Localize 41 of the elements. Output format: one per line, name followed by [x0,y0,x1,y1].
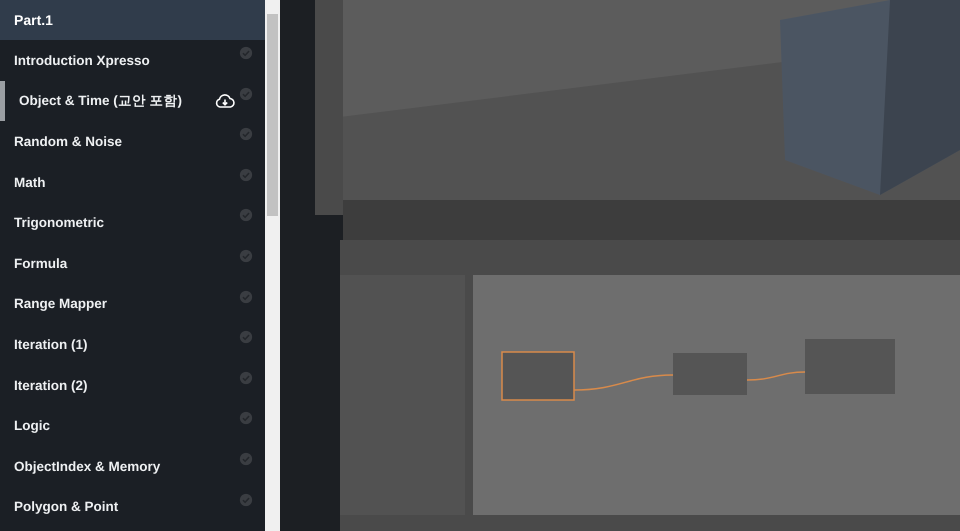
lesson-title: Iteration (1) [14,336,88,352]
scrollbar[interactable] [265,0,280,531]
check-icon [239,290,253,304]
check-icon [239,452,253,466]
lesson-item[interactable]: Introduction Xpresso [0,40,265,81]
check-icon [239,127,253,142]
lesson-title: Math [14,174,46,190]
scrollbar-thumb[interactable] [267,14,278,216]
selection-marker [0,80,5,122]
check-icon [239,330,253,344]
lesson-item[interactable]: Logic [0,405,265,446]
check-icon [239,370,253,385]
lesson-title: Polygon & Point [14,499,118,514]
lesson-item[interactable]: Object & Time (교안 포함) [0,80,265,122]
lesson-item[interactable]: Formula [0,242,265,284]
lesson-title: Iteration (2) [14,378,88,393]
check-icon [239,248,253,263]
lesson-item[interactable]: Iteration (2) [0,364,265,406]
check-icon [239,46,253,60]
lesson-item[interactable]: Iteration (1) [0,324,265,365]
lesson-title: Object & Time (교안 포함) [19,92,182,110]
lesson-title: ObjectIndex & Memory [14,458,160,474]
lesson-item[interactable]: Range Mapper [0,284,265,324]
check-icon [239,492,253,507]
check-icon [239,411,253,426]
lesson-item[interactable]: ObjectIndex & Memory [0,446,265,487]
lesson-title: Formula [14,256,68,271]
lesson-item[interactable]: Math [0,162,265,202]
cloud-download-icon[interactable] [215,94,235,108]
lesson-title: Range Mapper [14,296,108,312]
check-icon [239,168,253,182]
lesson-item[interactable]: Polygon & Point [0,486,265,528]
check-icon [239,86,253,101]
lesson-title: Random & Noise [14,134,122,149]
lesson-title: Introduction Xpresso [14,52,150,68]
lesson-title: Logic [14,418,50,434]
lesson-item[interactable]: Trigonometric [0,202,265,243]
check-icon [239,208,253,222]
lesson-title: Trigonometric [14,215,104,230]
lesson-item[interactable]: Random & Noise [0,121,265,162]
section-header: Part.1 [0,0,265,40]
